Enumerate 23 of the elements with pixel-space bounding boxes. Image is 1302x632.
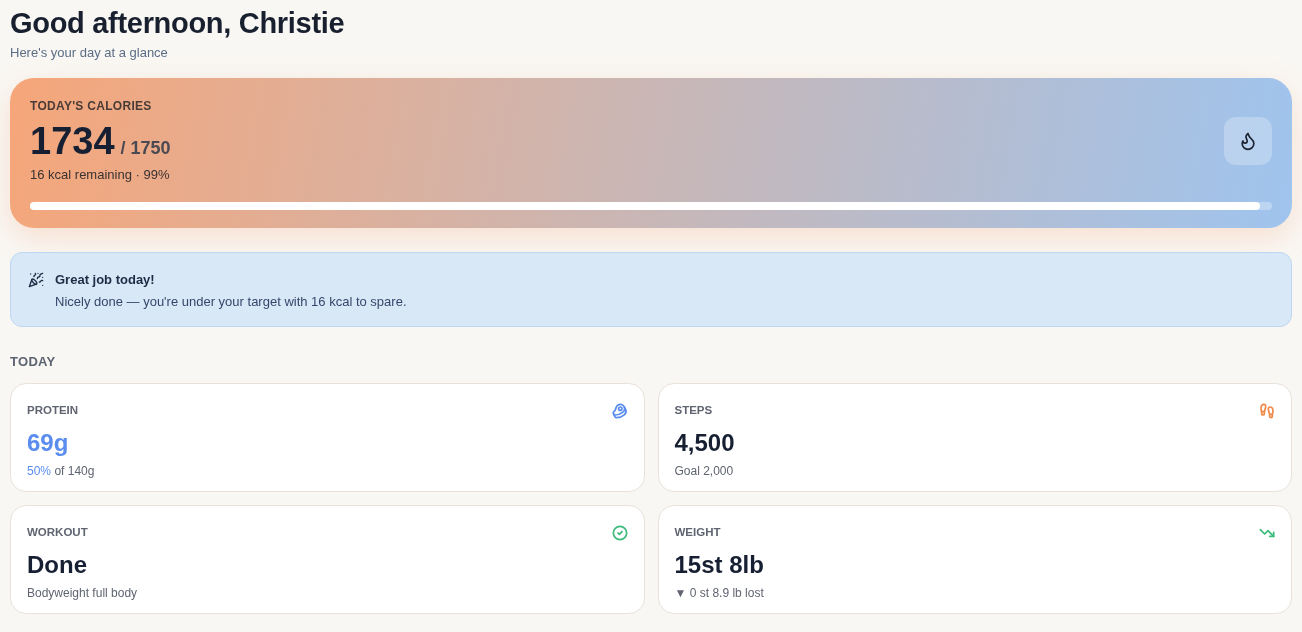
stat-label: WORKOUT	[27, 525, 88, 540]
stat-value: Done	[27, 551, 87, 579]
stat-value: 15st 8lb	[674, 551, 764, 579]
greeting-title: Good afternoon, Christie	[10, 6, 346, 41]
calories-summary: 16 kcal remaining · 99%	[30, 166, 171, 184]
stat-detail: 50% of 140g	[27, 463, 95, 479]
flame-icon	[1224, 117, 1272, 165]
stat-label: STEPS	[674, 403, 713, 418]
banner-message: Nicely done — you're under your target with 16 kcal to spare.	[55, 293, 407, 311]
calories-value: 1734	[30, 119, 115, 164]
greeting-subtitle: Here's your day at a glance	[10, 44, 169, 62]
party-popper-icon	[28, 272, 44, 288]
section-title: TODAY	[10, 354, 57, 370]
stat-value: 4,500	[674, 429, 735, 457]
stat-value: 69g	[27, 429, 69, 457]
stat-detail: Bodyweight full body	[27, 585, 138, 601]
stat-detail: Goal 2,000	[674, 463, 734, 479]
stat-label: PROTEIN	[27, 403, 79, 418]
calories-label: TODAY'S CALORIES	[30, 98, 153, 114]
stat-detail: ▼ 0 st 8.9 lb lost	[674, 585, 764, 601]
stat-label: WEIGHT	[674, 525, 721, 540]
banner-title: Great job today!	[55, 271, 156, 289]
calories-target: / 1750	[120, 137, 171, 159]
